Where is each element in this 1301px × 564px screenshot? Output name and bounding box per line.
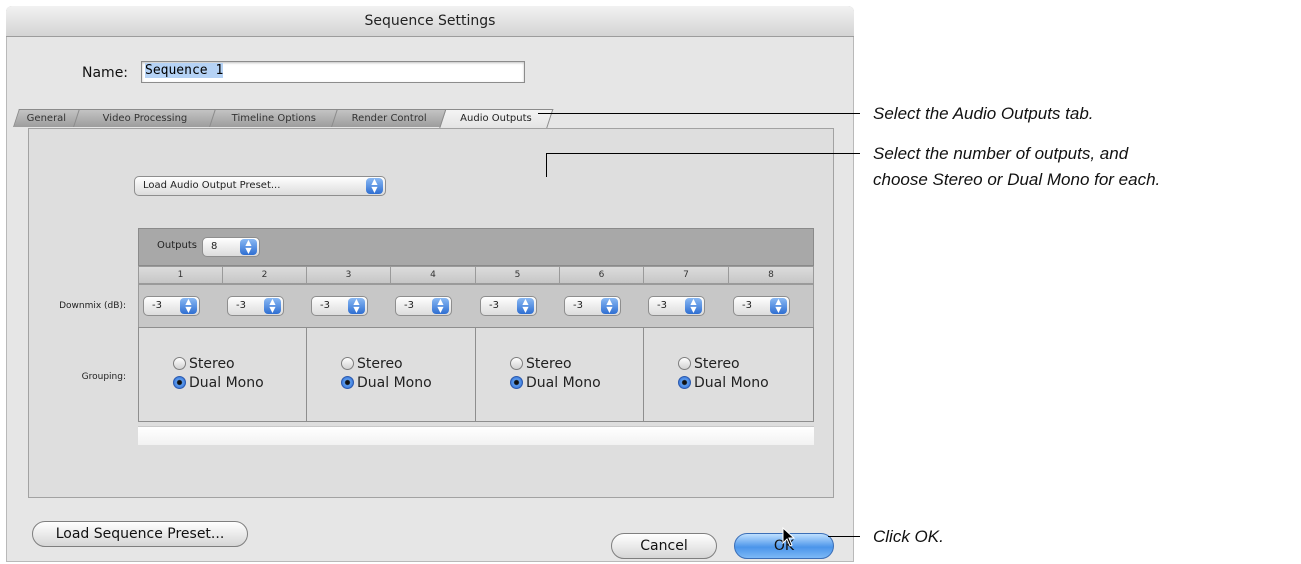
grouping-box-5-6: Stereo Dual Mono: [475, 327, 645, 422]
downmix-popup-8[interactable]: -3 ▲ ▼: [733, 296, 790, 316]
downmix-popup-1[interactable]: -3 ▲ ▼: [143, 296, 200, 316]
column-header-2: 2: [222, 266, 307, 284]
column-header-7: 7: [643, 266, 729, 284]
radio-on-icon: [173, 376, 186, 389]
grouping-box-3-4: Stereo Dual Mono: [306, 327, 476, 422]
downmix-popup-3[interactable]: -3 ▲ ▼: [311, 296, 368, 316]
dual-mono-radio[interactable]: Dual Mono: [678, 375, 769, 391]
dual-mono-radio[interactable]: Dual Mono: [510, 375, 601, 391]
cancel-button[interactable]: Cancel: [611, 533, 717, 559]
name-input[interactable]: Sequence 1: [141, 61, 525, 83]
load-audio-output-preset-popup[interactable]: Load Audio Output Preset... ▲ ▼: [134, 176, 386, 196]
grouping-label: Grouping:: [81, 372, 126, 382]
radio-on-icon: [678, 376, 691, 389]
tab-timeline-options[interactable]: Timeline Options: [209, 109, 339, 127]
downmix-popup-4[interactable]: -3 ▲ ▼: [395, 296, 452, 316]
downmix-popup-7[interactable]: -3 ▲ ▼: [648, 296, 705, 316]
popup-arrows-icon: ▲ ▼: [517, 298, 534, 314]
bottom-strip: [138, 426, 814, 445]
callout-line-tab: [538, 113, 860, 114]
load-sequence-preset-button[interactable]: Load Sequence Preset...: [32, 521, 248, 547]
column-header-6: 6: [559, 266, 644, 284]
tab-render-control[interactable]: Render Control: [331, 109, 447, 127]
column-header-5: 5: [475, 266, 560, 284]
radio-off-icon: [173, 357, 186, 370]
popup-arrows-icon: ▲ ▼: [180, 298, 197, 314]
name-input-value: Sequence 1: [145, 63, 224, 78]
popup-arrows-icon: ▲ ▼: [432, 298, 449, 314]
radio-off-icon: [510, 357, 523, 370]
tab-video-processing[interactable]: Video Processing: [73, 109, 217, 127]
column-header-1: 1: [138, 266, 223, 284]
stereo-radio[interactable]: Stereo: [173, 356, 235, 372]
callout-outputs-text-1: Select the number of outputs, and: [873, 144, 1129, 163]
radio-on-icon: [510, 376, 523, 389]
downmix-popup-2[interactable]: -3 ▲ ▼: [227, 296, 284, 316]
grouping-box-7-8: Stereo Dual Mono: [643, 327, 814, 422]
popup-arrows-icon: ▲ ▼: [366, 178, 383, 194]
grouping-box-1-2: Stereo Dual Mono: [138, 327, 308, 422]
callout-line-outputs: [546, 153, 860, 154]
stereo-radio[interactable]: Stereo: [341, 356, 403, 372]
popup-arrows-icon: ▲ ▼: [240, 239, 257, 255]
column-header-3: 3: [306, 266, 391, 284]
popup-arrows-icon: ▲ ▼: [264, 298, 281, 314]
callout-tab-text: Select the Audio Outputs tab.: [873, 104, 1094, 123]
popup-arrows-icon: ▲ ▼: [348, 298, 365, 314]
tab-general[interactable]: General: [13, 109, 81, 127]
popup-arrows-icon: ▲ ▼: [685, 298, 702, 314]
column-header-4: 4: [390, 266, 476, 284]
callout-line-outputs-vertical: [546, 153, 547, 177]
tab-audio-outputs[interactable]: Audio Outputs: [438, 109, 554, 130]
radio-off-icon: [678, 357, 691, 370]
stereo-radio[interactable]: Stereo: [678, 356, 740, 372]
popup-arrows-icon: ▲ ▼: [601, 298, 618, 314]
mouse-cursor-icon: [782, 527, 796, 547]
window-title: Sequence Settings: [6, 6, 854, 37]
popup-arrows-icon: ▲ ▼: [770, 298, 787, 314]
callout-outputs-text-2: choose Stereo or Dual Mono for each.: [873, 170, 1161, 189]
callout-ok-text: Click OK.: [873, 527, 944, 546]
downmix-label: Downmix (dB):: [59, 301, 126, 311]
outputs-count-popup[interactable]: 8 ▲ ▼: [202, 237, 260, 257]
radio-on-icon: [341, 376, 354, 389]
dual-mono-radio[interactable]: Dual Mono: [341, 375, 432, 391]
dual-mono-radio[interactable]: Dual Mono: [173, 375, 264, 391]
radio-off-icon: [341, 357, 354, 370]
column-header-8: 8: [728, 266, 814, 284]
callout-line-ok: [828, 536, 860, 537]
downmix-popup-5[interactable]: -3 ▲ ▼: [480, 296, 537, 316]
outputs-label: Outputs: [157, 240, 197, 251]
stereo-radio[interactable]: Stereo: [510, 356, 572, 372]
downmix-popup-6[interactable]: -3 ▲ ▼: [564, 296, 621, 316]
name-label: Name:: [82, 65, 129, 81]
sequence-settings-dialog: Sequence Settings Name: Sequence 1 Gener…: [6, 6, 854, 562]
